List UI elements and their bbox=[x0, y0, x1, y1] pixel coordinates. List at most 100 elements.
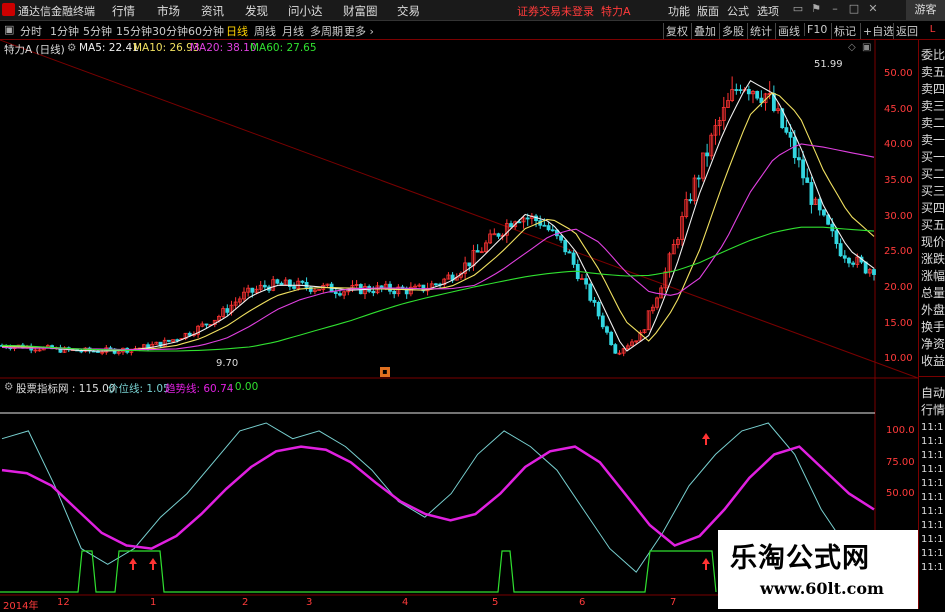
guest-button[interactable]: 游客 bbox=[906, 0, 945, 20]
candle-body bbox=[809, 182, 814, 205]
tab-60min[interactable]: 60分钟 bbox=[188, 23, 224, 39]
candle-body bbox=[822, 209, 826, 216]
app-logo-icon bbox=[2, 3, 15, 16]
candle-body bbox=[300, 280, 305, 283]
tool-draw[interactable]: 画线 bbox=[775, 23, 802, 39]
quote-label: 净资 bbox=[921, 337, 945, 351]
settings-gear-icon[interactable]: ⚙ bbox=[67, 42, 76, 54]
quote-label: 委比 bbox=[921, 48, 945, 62]
tick-time: 11:1 bbox=[921, 548, 944, 559]
candle-body bbox=[872, 269, 876, 275]
candle-body bbox=[275, 279, 280, 284]
flag-icon[interactable]: ⚑ bbox=[809, 2, 823, 16]
trade-login-warning[interactable]: 证券交易未登录 特力A bbox=[517, 3, 631, 19]
quote-label: 现价 bbox=[921, 235, 945, 249]
tick-time: 11:1 bbox=[921, 506, 944, 517]
kline-chart[interactable] bbox=[0, 40, 918, 609]
candle-body bbox=[546, 225, 551, 231]
tab-daily[interactable]: 日线 bbox=[226, 23, 248, 39]
tab-weekly[interactable]: 周线 bbox=[254, 23, 276, 39]
tool-f10[interactable]: F10 bbox=[804, 23, 829, 36]
candle-body bbox=[467, 262, 472, 267]
candle-body bbox=[755, 91, 760, 99]
quote-tab[interactable]: 行情 bbox=[921, 403, 945, 417]
candle-body bbox=[588, 283, 593, 301]
candle-body bbox=[705, 152, 710, 157]
candle-body bbox=[592, 299, 597, 303]
buy-arrow-icon bbox=[149, 558, 157, 570]
candle-body bbox=[788, 131, 793, 138]
tool-adjust[interactable]: 复权 bbox=[663, 23, 690, 39]
tab-more[interactable]: 更多 › bbox=[344, 23, 374, 39]
tick-time: 11:1 bbox=[921, 520, 944, 531]
menu-market[interactable]: 市场 bbox=[157, 3, 180, 19]
tab-5min[interactable]: 5分钟 bbox=[83, 23, 112, 39]
indicator-tick: 100.0 bbox=[886, 425, 915, 436]
quote-label: 收益 bbox=[921, 354, 945, 368]
price-tick: 50.00 bbox=[884, 68, 913, 79]
candle-body bbox=[817, 198, 822, 211]
tab-intraday[interactable]: 分时 bbox=[20, 23, 42, 39]
menu-discover[interactable]: 发现 bbox=[245, 3, 268, 19]
candle-body bbox=[609, 331, 614, 346]
candle-body bbox=[550, 229, 555, 232]
diamond-icon[interactable]: ◇ bbox=[848, 42, 856, 53]
candle-body bbox=[371, 290, 376, 294]
candle-body bbox=[333, 291, 338, 294]
candle-body bbox=[784, 127, 789, 133]
date-tick: 6 bbox=[579, 597, 586, 608]
menu-layout[interactable]: 版面 bbox=[697, 3, 719, 19]
price-line-label: 价位线: 1.05 bbox=[108, 383, 170, 395]
tool-mark[interactable]: 标记 bbox=[831, 23, 858, 39]
tab-multi-period[interactable]: 多周期 bbox=[310, 23, 343, 39]
panel-toggle[interactable]: L bbox=[919, 22, 945, 38]
tool-back[interactable]: 返回 bbox=[893, 23, 920, 39]
event-marker-icon[interactable]: ▪ bbox=[380, 367, 390, 377]
ma20-line bbox=[1, 143, 875, 351]
menu-options[interactable]: 选项 bbox=[757, 3, 779, 19]
auto-quote-tab[interactable]: 自动 bbox=[921, 386, 945, 400]
settings-box-icon[interactable]: ▣ bbox=[862, 42, 871, 53]
tool-stats[interactable]: 统计 bbox=[747, 23, 774, 39]
ma-lines bbox=[1, 79, 875, 352]
ma5-label: MA5: 22.41 bbox=[79, 42, 139, 54]
tab-1min[interactable]: 1分钟 bbox=[50, 23, 79, 39]
candle-body bbox=[187, 332, 192, 336]
quote-label: 买一 bbox=[921, 150, 945, 164]
date-tick: 4 bbox=[402, 597, 409, 608]
quote-label: 外盘 bbox=[921, 303, 945, 317]
tool-add-watchlist[interactable]: +自选 bbox=[860, 23, 896, 39]
signal-line-label: : 0.00 bbox=[228, 381, 259, 393]
menu-market-quotes[interactable]: 行情 bbox=[112, 3, 135, 19]
menu-formula[interactable]: 公式 bbox=[727, 3, 749, 19]
minimize-icon[interactable]: – bbox=[828, 2, 842, 16]
candle-body bbox=[542, 224, 547, 227]
candle-body bbox=[834, 230, 839, 245]
candle-body bbox=[509, 223, 513, 228]
maximize-icon[interactable]: □ bbox=[847, 2, 861, 16]
menu-wealth[interactable]: 财富圈 bbox=[343, 3, 378, 19]
tick-time: 11:1 bbox=[921, 478, 944, 489]
menu-news[interactable]: 资讯 bbox=[201, 3, 224, 19]
restore-icon[interactable]: ▭ bbox=[791, 2, 805, 16]
tool-overlay[interactable]: 叠加 bbox=[691, 23, 718, 39]
price-tick: 25.00 bbox=[884, 246, 913, 257]
quote-label: 买三 bbox=[921, 184, 945, 198]
quote-label: 换手 bbox=[921, 320, 945, 334]
menu-functions[interactable]: 功能 bbox=[668, 3, 690, 19]
candle-body bbox=[801, 159, 805, 179]
tool-multi-stock[interactable]: 多股 bbox=[719, 23, 746, 39]
candle-body bbox=[847, 257, 851, 264]
indicator-settings-icon[interactable]: ⚙ bbox=[4, 381, 13, 393]
close-icon[interactable]: ✕ bbox=[866, 2, 880, 16]
menu-trade[interactable]: 交易 bbox=[397, 3, 420, 19]
app-name: 通达信金融终端 bbox=[18, 5, 95, 18]
candle-body bbox=[738, 89, 743, 92]
tab-monthly[interactable]: 月线 bbox=[282, 23, 304, 39]
indicator-name: 股票指标网 : 115.00 bbox=[16, 383, 116, 395]
ma60-label: MA60: 27.65 bbox=[250, 42, 317, 54]
tab-15min[interactable]: 15分钟 bbox=[116, 23, 152, 39]
tab-30min[interactable]: 30分钟 bbox=[152, 23, 188, 39]
expand-icon[interactable]: ▣ bbox=[4, 23, 14, 36]
menu-ask[interactable]: 问小达 bbox=[288, 3, 323, 19]
